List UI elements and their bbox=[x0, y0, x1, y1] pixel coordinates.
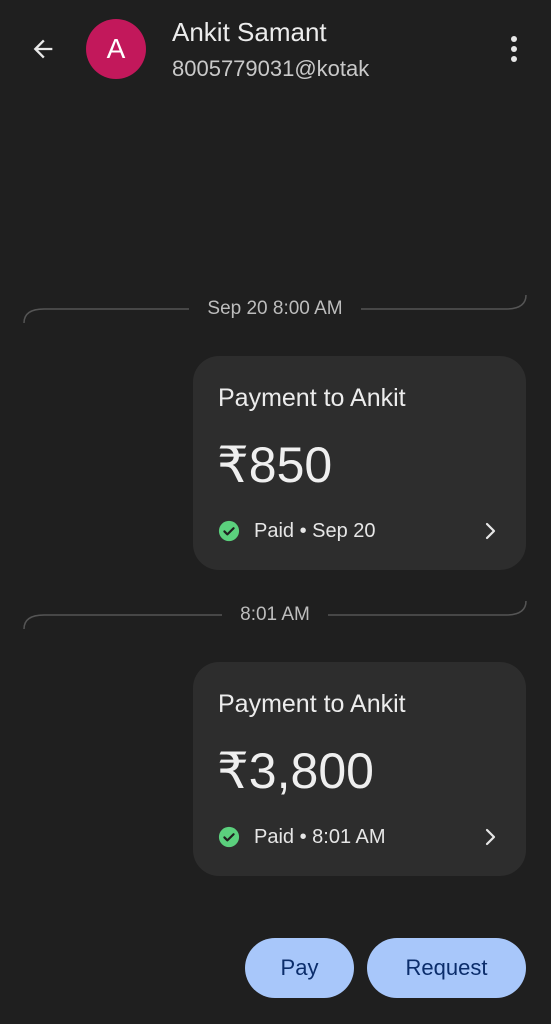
chevron-right-icon[interactable] bbox=[480, 824, 500, 850]
more-options-button[interactable] bbox=[500, 32, 528, 66]
payment-status: Paid • Sep 20 bbox=[218, 517, 376, 545]
payment-title: Payment to Ankit bbox=[218, 690, 406, 718]
chevron-right-icon[interactable] bbox=[480, 518, 500, 544]
check-circle-icon bbox=[218, 520, 240, 542]
timestamp-label: Sep 20 8:00 AM bbox=[189, 298, 361, 319]
payment-status-text: Paid • Sep 20 bbox=[254, 519, 376, 542]
check-circle-icon bbox=[218, 826, 240, 848]
payment-status: Paid • 8:01 AM bbox=[218, 823, 386, 851]
timestamp-divider: Sep 20 8:00 AM bbox=[22, 294, 528, 324]
timestamp-divider: 8:01 AM bbox=[22, 600, 528, 630]
contact-upi-id: 8005779031@kotak bbox=[172, 56, 370, 81]
payment-title: Payment to Ankit bbox=[218, 384, 406, 412]
back-button[interactable] bbox=[26, 32, 60, 66]
payment-card[interactable]: Payment to Ankit ₹850 Paid • Sep 20 bbox=[193, 356, 526, 570]
contact-name: Ankit Samant bbox=[172, 17, 327, 47]
avatar[interactable]: A bbox=[86, 19, 146, 79]
payment-amount: ₹850 bbox=[217, 437, 333, 493]
timestamp-label: 8:01 AM bbox=[222, 604, 328, 625]
request-button[interactable]: Request bbox=[367, 938, 526, 998]
arrow-left-icon bbox=[33, 39, 53, 59]
avatar-letter: A bbox=[106, 33, 126, 64]
payment-status-text: Paid • 8:01 AM bbox=[254, 825, 386, 848]
chat-header: A Ankit Samant 8005779031@kotak bbox=[0, 0, 551, 100]
more-vertical-icon bbox=[511, 36, 517, 42]
pay-button[interactable]: Pay bbox=[245, 938, 354, 998]
payment-card[interactable]: Payment to Ankit ₹3,800 Paid • 8:01 AM bbox=[193, 662, 526, 876]
payment-amount: ₹3,800 bbox=[217, 743, 374, 799]
